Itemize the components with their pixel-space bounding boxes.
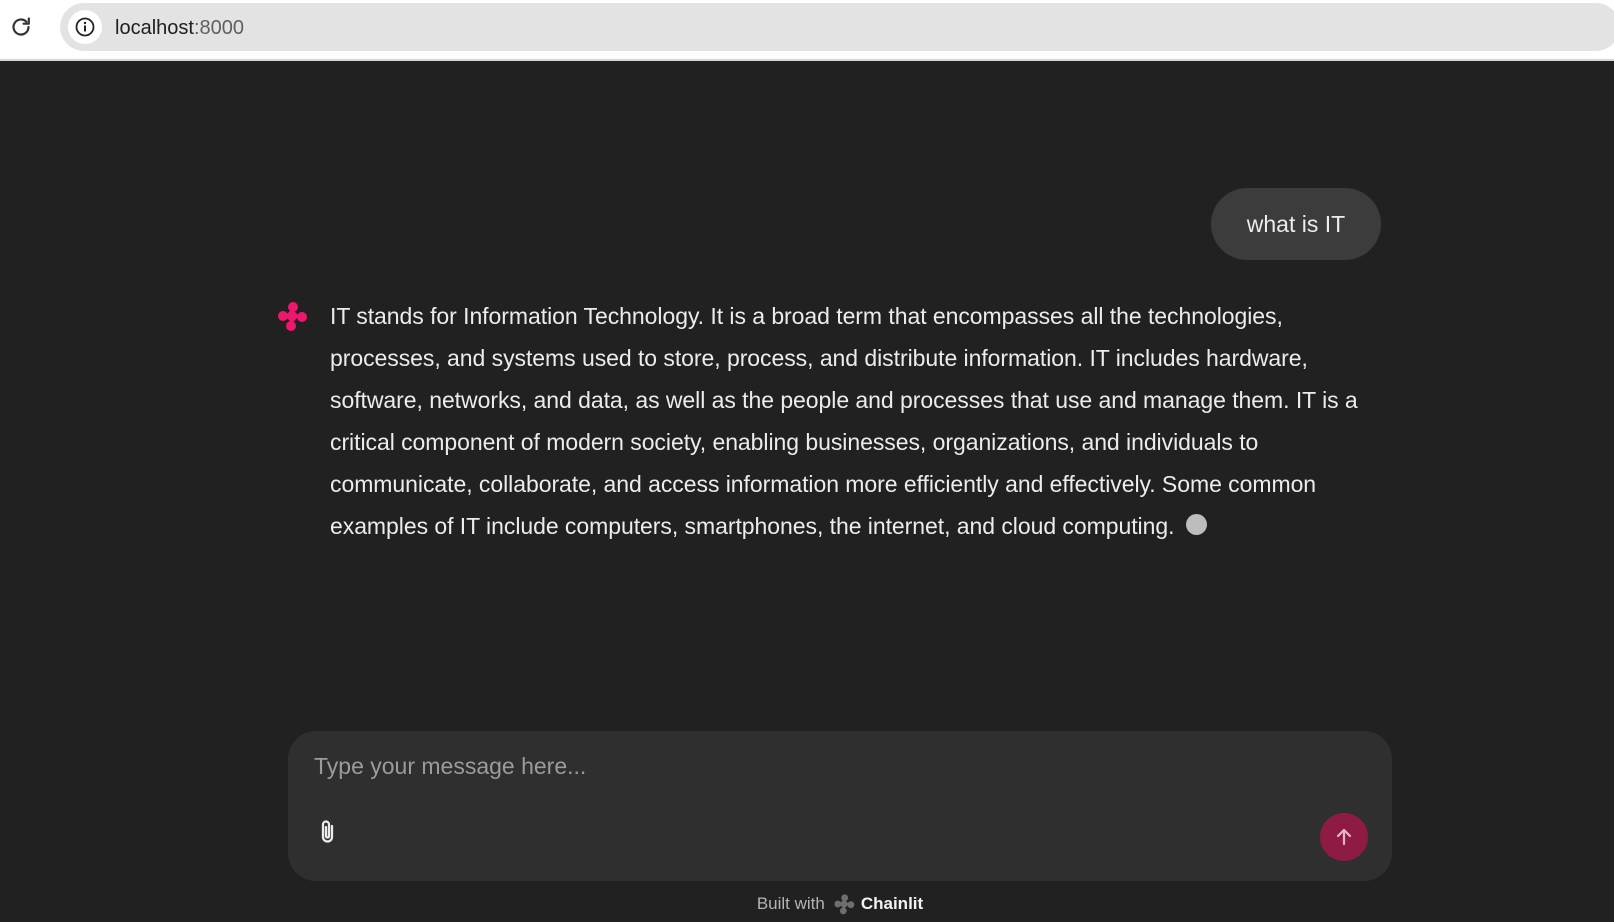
built-with-footer[interactable]: Built with Chainlit	[0, 893, 1614, 915]
reload-icon[interactable]	[9, 15, 33, 39]
user-message-bubble: what is IT	[1211, 188, 1381, 260]
browser-toolbar: localhost:8000	[0, 0, 1614, 61]
url-host: localhost	[115, 17, 194, 39]
url-text: localhost:8000	[115, 17, 244, 40]
chainlit-brand-text: Chainlit	[860, 894, 924, 913]
send-button[interactable]	[1320, 813, 1368, 861]
arrow-up-icon	[1336, 828, 1352, 846]
address-bar[interactable]: localhost:8000	[60, 3, 1614, 51]
streaming-indicator	[1186, 514, 1208, 535]
assistant-message: IT stands for Information Technology. It…	[330, 295, 1380, 547]
paperclip-icon[interactable]	[310, 814, 346, 850]
user-message-text: what is IT	[1246, 210, 1346, 237]
assistant-message-text: IT stands for Information Technology. It…	[330, 303, 1358, 539]
chainlit-logo-icon	[276, 300, 308, 332]
site-info-icon[interactable]	[68, 10, 102, 44]
chainlit-footer-logo-icon	[833, 893, 855, 915]
message-input[interactable]	[312, 747, 1356, 785]
built-with-text: Built with	[756, 894, 825, 913]
message-composer	[288, 731, 1392, 881]
url-port: :8000	[193, 17, 244, 39]
